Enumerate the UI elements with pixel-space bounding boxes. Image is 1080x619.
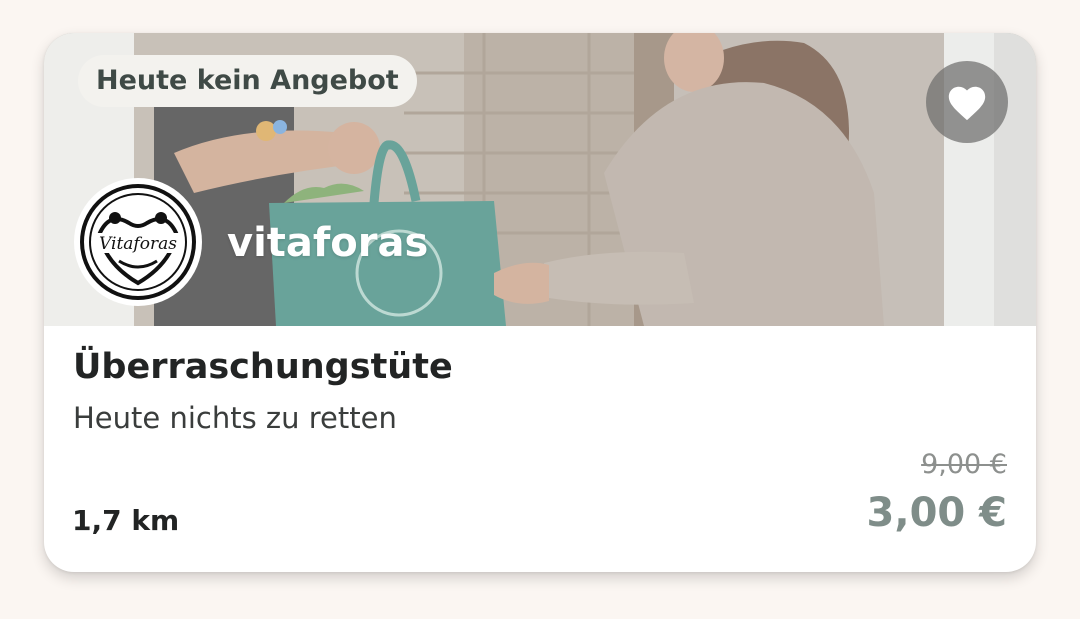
distance-label: 1,7 km: [72, 504, 180, 537]
availability-status: Heute nichts zu retten: [73, 401, 397, 435]
offer-title: Überraschungstüte: [73, 347, 453, 387]
heart-icon: [948, 86, 986, 121]
hero-image: Heute kein Angebot Vitaforas vitaforas: [44, 33, 1036, 326]
status-badge: Heute kein Angebot: [78, 55, 417, 107]
vitaforas-logo-icon: Vitaforas: [80, 184, 196, 300]
svg-text:Vitaforas: Vitaforas: [99, 234, 177, 254]
offer-card[interactable]: Heute kein Angebot Vitaforas vitaforas Ü…: [44, 33, 1036, 572]
store-name: vitaforas: [227, 220, 429, 266]
current-price: 3,00 €: [866, 490, 1007, 536]
favorite-button[interactable]: [926, 61, 1008, 143]
original-price: 9,00 €: [921, 449, 1007, 480]
store-logo: Vitaforas: [74, 178, 202, 306]
